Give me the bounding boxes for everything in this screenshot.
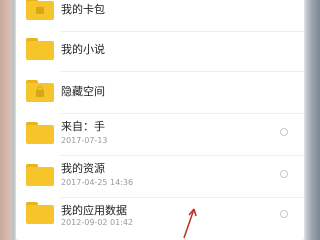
folder-icon bbox=[26, 0, 54, 20]
folder-name: 我的小说 bbox=[61, 43, 105, 56]
select-radio[interactable] bbox=[280, 210, 288, 218]
folder-icon bbox=[26, 164, 54, 186]
folder-name: 来自：手 bbox=[61, 120, 105, 133]
folder-name: 我的卡包 bbox=[61, 3, 105, 16]
select-radio[interactable] bbox=[280, 128, 288, 136]
folder-date: 2017-04-25 14:36 bbox=[61, 178, 134, 187]
locked-folder-icon bbox=[26, 80, 54, 102]
folder-row-novels[interactable]: 我的小说 bbox=[16, 28, 304, 72]
select-radio[interactable] bbox=[280, 170, 288, 178]
folder-icon bbox=[26, 202, 54, 224]
folder-name: 隐藏空间 bbox=[61, 85, 105, 98]
folder-row-app-data[interactable]: 我的应用数据 2012-09-02 01:42 bbox=[16, 196, 304, 239]
folder-date: 2017-07-13 bbox=[61, 136, 108, 145]
folder-row-hidden-space[interactable]: 隐藏空间 bbox=[16, 70, 304, 114]
folder-name: 我的应用数据 bbox=[61, 204, 127, 217]
folder-icon bbox=[26, 38, 54, 60]
folder-row-my-resources[interactable]: 我的资源 2017-04-25 14:36 bbox=[16, 154, 304, 198]
file-list-screen: 我的卡包 我的小说 隐藏空间 来自：手 2017-07-13 我的资源 2017… bbox=[16, 0, 304, 239]
red-arrow-pointer-icon bbox=[183, 208, 197, 239]
folder-name: 我的资源 bbox=[61, 162, 105, 175]
folder-row-from-phone[interactable]: 来自：手 2017-07-13 bbox=[16, 112, 304, 156]
folder-icon bbox=[26, 122, 54, 144]
folder-date: 2012-09-02 01:42 bbox=[61, 218, 134, 227]
